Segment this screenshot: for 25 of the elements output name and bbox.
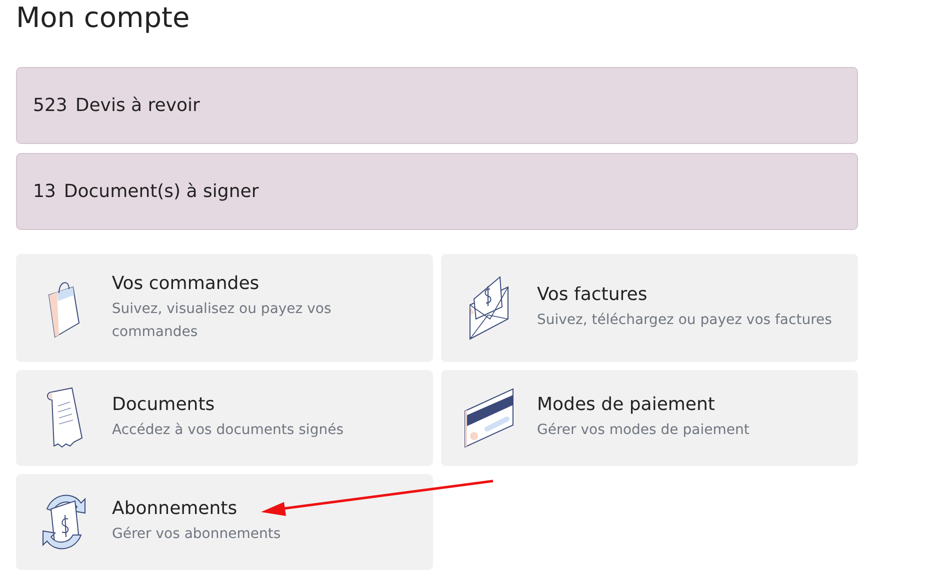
menu-card[interactable]: Vos commandes Suivez, visualisez ou payez vos commandes <box>16 254 433 362</box>
receipt-scroll-icon <box>44 386 84 450</box>
card-description: Accédez à vos documents signés <box>112 421 344 440</box>
card-title: Vos factures <box>537 284 648 305</box>
card-title: Documents <box>112 394 216 415</box>
alert-count: 523 <box>33 95 68 116</box>
card-description: Suivez, téléchargez ou payez vos factures <box>537 311 832 330</box>
card-title: Modes de paiement <box>537 394 716 415</box>
card-title: Abonnements <box>112 498 238 519</box>
card-description: Suivez, visualisez ou payez vos commandes <box>112 300 332 342</box>
page-title: Mon compte <box>16 0 191 36</box>
card-description: Gérer vos abonnements <box>112 525 281 544</box>
menu-card[interactable]: Documents Accédez à vos documents signés <box>16 370 433 466</box>
menu-card[interactable]: Vos factures Suivez, téléchargez ou payez vos factures <box>441 254 858 362</box>
credit-card-icon <box>463 387 515 449</box>
menu-card[interactable]: Modes de paiement Gérer vos modes de paiement <box>441 370 858 466</box>
alert-banner[interactable]: 13 Document(s) à signer <box>16 153 858 230</box>
alert-label: Document(s) à signer <box>64 181 259 202</box>
card-description: Gérer vos modes de paiement <box>537 421 750 440</box>
card-title: Vos commandes <box>112 272 260 294</box>
menu-card[interactable]: Abonnements Gérer vos abonnements <box>16 474 433 570</box>
envelope-icon <box>468 275 510 341</box>
alert-count: 13 <box>33 181 56 202</box>
alert-label: Devis à revoir <box>75 95 200 116</box>
alert-banner[interactable]: 523 Devis à revoir <box>16 67 858 144</box>
